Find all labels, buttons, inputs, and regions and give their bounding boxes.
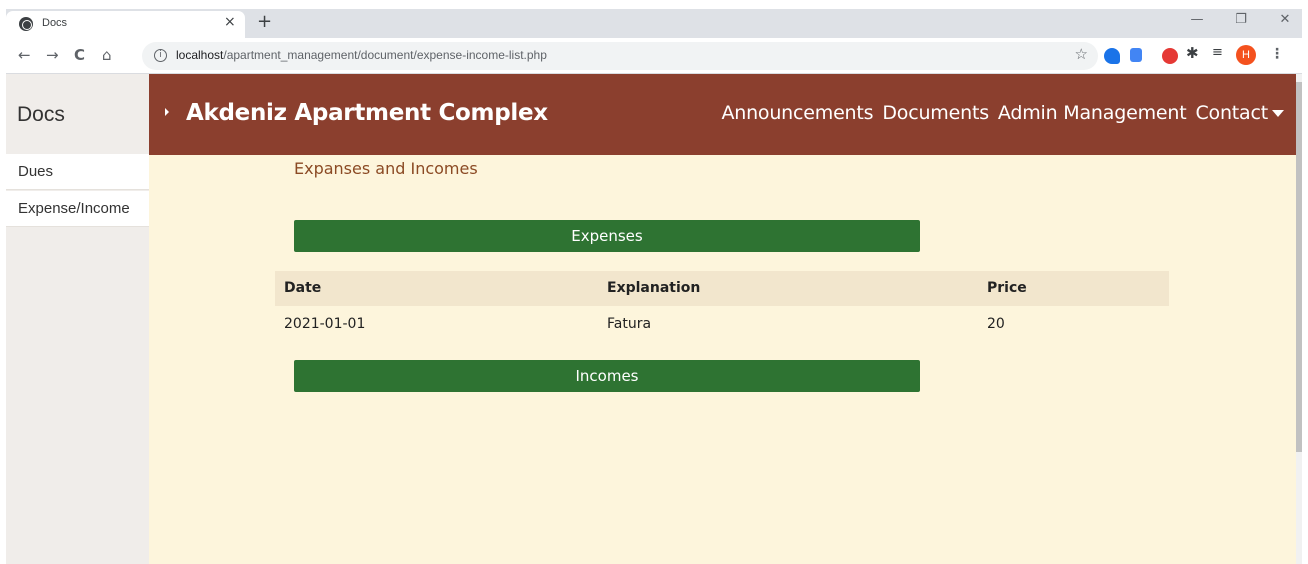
home-icon[interactable]: ⌂ — [102, 46, 112, 64]
page-heading: Expanses and Incomes — [294, 159, 478, 178]
extensions-puzzle-icon[interactable]: ✱ — [1186, 44, 1199, 62]
back-icon[interactable]: ← — [18, 46, 31, 64]
url-text[interactable]: localhost/apartment_management/document/… — [176, 48, 547, 62]
forward-icon[interactable]: → — [46, 46, 59, 64]
close-window-icon[interactable]: ✕ — [1278, 12, 1292, 27]
cell-price: 20 — [987, 316, 1005, 332]
new-tab-icon[interactable]: + — [257, 11, 272, 32]
table-header-row: Date Explanation Price — [275, 271, 1169, 306]
cell-date: 2021-01-01 — [284, 316, 366, 332]
url-host: localhost — [176, 48, 224, 62]
tab-title: Docs — [42, 17, 68, 29]
tab-close-icon[interactable]: × — [224, 14, 236, 30]
sidebar-item-dues[interactable]: Dues — [6, 154, 149, 190]
url-path: /apartment_management/document/expense-i… — [223, 48, 547, 62]
top-navbar: Akdeniz Apartment Complex Announcements … — [149, 74, 1296, 155]
reload-icon[interactable]: C — [74, 46, 85, 64]
info-icon[interactable]: i — [154, 49, 167, 62]
minimize-icon[interactable]: — — [1190, 12, 1204, 27]
adblock-icon[interactable] — [1162, 48, 1178, 64]
expenses-table: Date Explanation Price 2021-01-01 Fatura… — [275, 271, 1169, 342]
scrollbar-thumb[interactable] — [1296, 82, 1302, 452]
nav-link-announcements[interactable]: Announcements — [721, 102, 873, 124]
nav-link-admin-management[interactable]: Admin Management — [998, 102, 1187, 124]
brand-title[interactable]: Akdeniz Apartment Complex — [186, 100, 548, 126]
browser-menu-icon[interactable]: ⋮ — [1270, 46, 1284, 62]
restore-icon[interactable]: ❐ — [1234, 12, 1248, 27]
bookmark-star-icon[interactable]: ☆ — [1075, 45, 1088, 63]
sidebar-item-expense-income[interactable]: Expense/Income — [6, 191, 149, 227]
nav-links: Announcements Documents Admin Management… — [721, 102, 1284, 124]
sidebar: Docs Dues Expense/Income — [6, 74, 149, 564]
column-header-date: Date — [284, 280, 322, 296]
reading-list-icon[interactable]: ≡ — [1212, 45, 1223, 60]
window-controls: — ❐ ✕ — [1190, 12, 1292, 27]
table-row: 2021-01-01 Fatura 20 — [275, 306, 1169, 342]
incomes-header: Incomes — [294, 360, 920, 392]
nav-link-contact[interactable]: Contact — [1195, 102, 1284, 124]
cell-explanation: Fatura — [607, 316, 652, 332]
page-scrollbar[interactable] — [1296, 74, 1302, 564]
column-header-explanation: Explanation — [607, 280, 701, 296]
browser-toolbar: ← → C ⌂ i localhost/apartment_management… — [6, 38, 1302, 74]
address-bar[interactable]: i localhost/apartment_management/documen… — [142, 42, 1098, 70]
globe-icon — [19, 17, 33, 31]
translate-extension-icon[interactable] — [1130, 48, 1142, 62]
extension-icon[interactable] — [1104, 48, 1120, 64]
caret-down-icon — [1272, 110, 1284, 117]
nav-link-documents[interactable]: Documents — [882, 102, 989, 124]
caret-right-icon — [165, 108, 169, 116]
browser-tab-strip: Docs × + — ❐ ✕ — [6, 9, 1302, 38]
profile-avatar[interactable]: H — [1236, 45, 1256, 65]
sidebar-title: Docs — [17, 103, 65, 126]
page: Docs Dues Expense/Income Akdeniz Apartme… — [6, 74, 1302, 564]
expenses-header: Expenses — [294, 220, 920, 252]
browser-tab[interactable]: Docs × — [6, 11, 245, 38]
column-header-price: Price — [987, 280, 1027, 296]
contact-label: Contact — [1195, 102, 1268, 124]
